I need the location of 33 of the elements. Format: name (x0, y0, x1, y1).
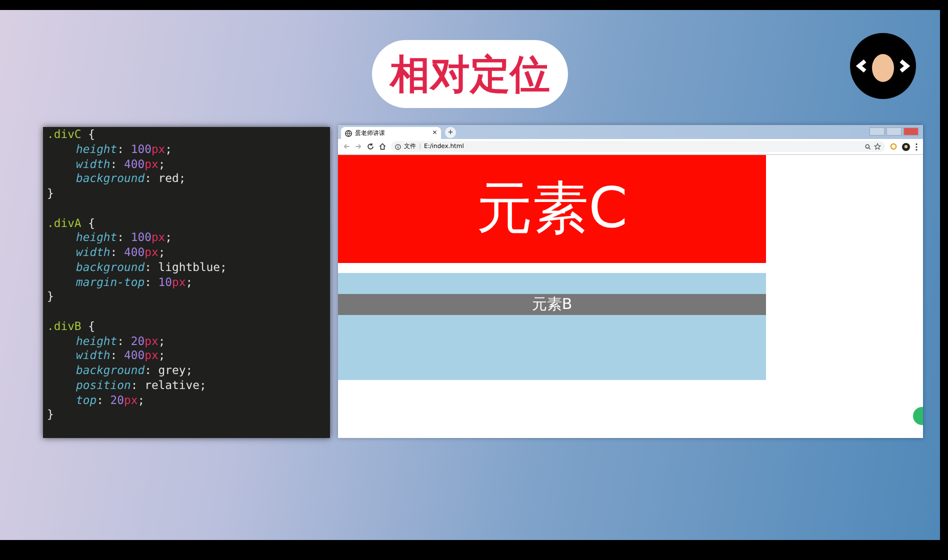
home-icon[interactable] (379, 143, 386, 150)
code-line: width: 400px; (75, 156, 166, 172)
code-line: } (47, 289, 54, 304)
code-line: .divB { (47, 318, 96, 334)
zoom-icon[interactable] (865, 144, 871, 150)
code-line: background: lightblue; (75, 260, 227, 274)
code-line: .divC { (47, 127, 96, 142)
code-line: } (47, 407, 54, 422)
code-line: height: 20px; (75, 334, 166, 348)
window-controls-icon[interactable] (869, 127, 919, 136)
code-line: top: 20px; (75, 392, 145, 408)
new-tab-button[interactable]: + (445, 127, 456, 138)
code-line: .divA { (47, 216, 96, 230)
code-line: background: red; (75, 171, 186, 186)
div-b-block: 元素B (338, 294, 766, 315)
slide-title: 相对定位 (372, 40, 568, 108)
globe-icon (345, 130, 352, 136)
menu-icon[interactable] (915, 142, 918, 150)
code-line: } (47, 186, 54, 201)
egg-logo-icon (850, 33, 916, 99)
code-line: position: relative; (75, 378, 206, 392)
code-line: height: 100px; (75, 142, 172, 156)
star-icon[interactable] (874, 143, 881, 150)
code-line: height: 100px; (75, 230, 172, 245)
info-icon (395, 144, 401, 150)
close-tab-button[interactable]: × (432, 129, 437, 137)
reload-icon[interactable] (367, 143, 374, 150)
code-line: background: grey; (75, 363, 193, 378)
profile-icon[interactable] (902, 142, 910, 150)
code-line: margin-top: 10px; (75, 274, 193, 290)
code-line: width: 400px; (75, 245, 166, 260)
div-c-block: 元素C (338, 155, 766, 263)
code-line: width: 400px; (75, 348, 166, 363)
